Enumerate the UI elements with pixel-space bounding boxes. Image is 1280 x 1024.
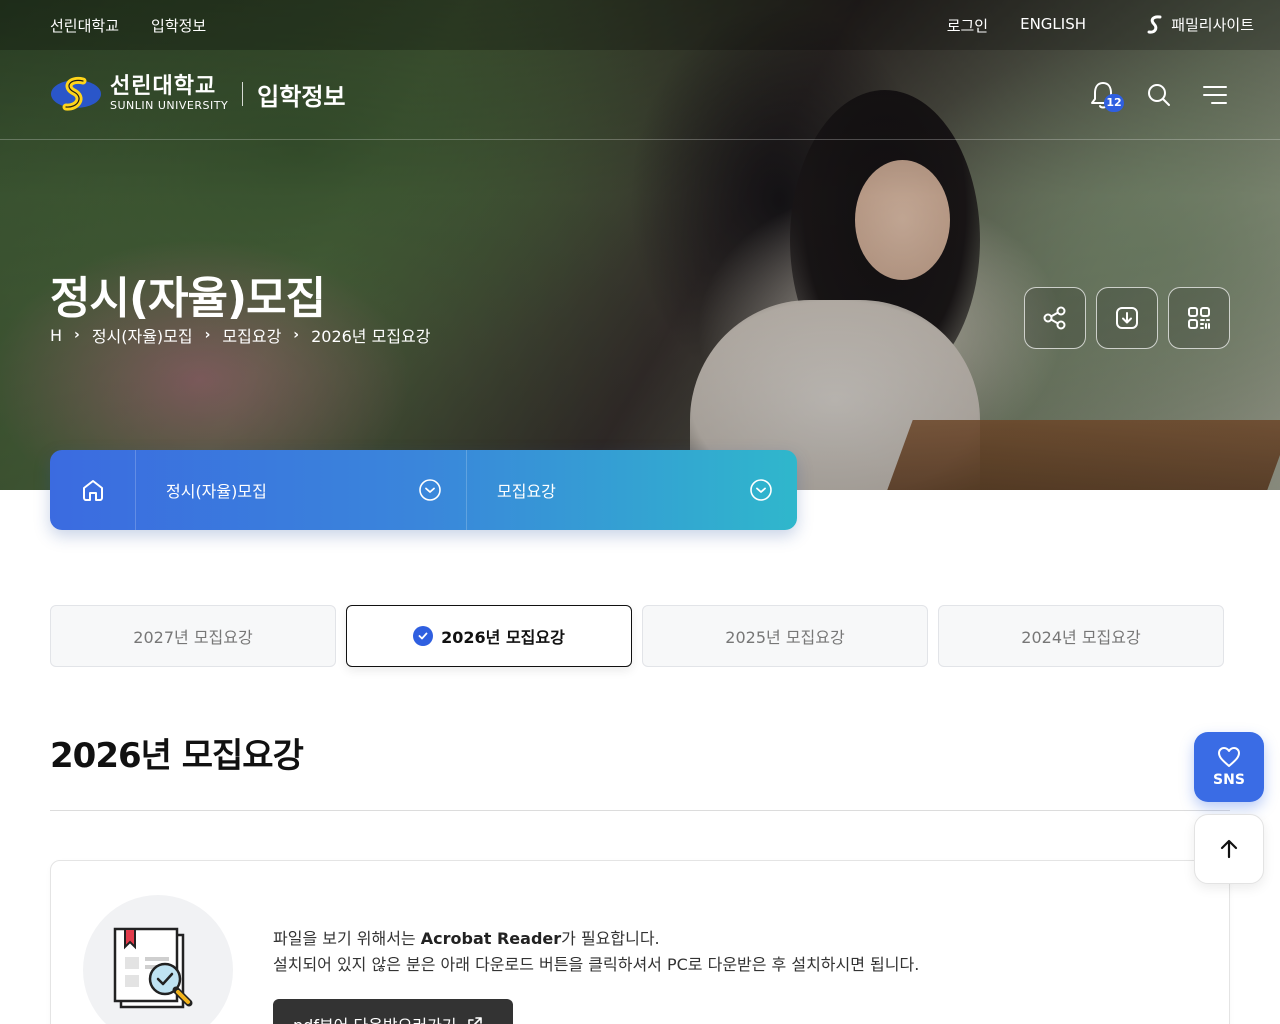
search-button[interactable] [1144,78,1174,112]
local-nav-depth2-label: 모집요강 [497,482,556,501]
share-button[interactable] [1024,287,1086,349]
local-navigation: 정시(자율)모집 모집요강 [50,450,797,530]
menu-button[interactable] [1200,78,1230,112]
acrobat-notice-card: 파일을 보기 위해서는 Acrobat Reader가 필요합니다. 설치되어 … [50,860,1230,1024]
notice-text: 가 필요합니다. [561,929,660,948]
logo-subtitle: 입학정보 [257,82,346,111]
site-logo[interactable]: 선린대학교 SUNLIN UNIVERSITY 입학정보 [50,74,346,114]
local-nav-depth1-dropdown[interactable]: 정시(자율)모집 [136,450,467,530]
section-divider [50,810,1230,811]
breadcrumb: H › 정시(자율)모집 › 모집요강 › 2026년 모집요강 [50,323,430,347]
tab-2027[interactable]: 2027년 모집요강 [50,605,336,667]
qr-code-button[interactable] [1168,287,1230,349]
family-site-button[interactable]: 패밀리사이트 [1147,14,1254,35]
section-title: 2026년 모집요강 [50,736,304,776]
local-nav-depth1-label: 정시(자율)모집 [166,482,267,501]
tab-2024[interactable]: 2024년 모집요강 [938,605,1224,667]
logo-english: SUNLIN UNIVERSITY [110,99,229,112]
external-link-icon [467,1017,482,1024]
tab-2026[interactable]: 2026년 모집요강 [346,605,632,667]
header-icons: 12 [1088,78,1230,112]
download-button[interactable] [1096,287,1158,349]
breadcrumb-item[interactable]: 정시(자율)모집 [92,323,193,347]
check-circle-icon [413,626,434,646]
tab-label: 2027년 모집요강 [133,628,253,647]
notice-bold-text: Acrobat Reader [420,929,562,948]
english-link[interactable]: ENGLISH [1020,15,1086,36]
top-utility-bar: 선린대학교 입학정보 로그인 ENGLISH 패밀리사이트 [0,0,1280,50]
document-search-icon [113,927,193,1009]
local-nav-depth2-dropdown[interactable]: 모집요강 [467,450,797,530]
breadcrumb-current: 2026년 모집요강 [311,327,431,346]
document-illustration [83,895,233,1024]
notice-line-2: 설치되어 있지 않은 분은 아래 다운로드 버튼을 클릭하셔서 PC로 다운받은… [273,955,920,974]
hamburger-menu-icon [1203,86,1227,104]
notice-text: 파일을 보기 위해서는 [273,929,421,948]
chevron-down-circle-icon [419,479,441,501]
family-site-icon [1147,14,1162,34]
search-icon [1148,84,1170,106]
year-tabs: 2027년 모집요강 2026년 모집요강 2025년 모집요강 2024년 모… [50,605,1224,667]
chevron-right-icon: › [293,327,300,343]
pdf-button-label: pdf뷰어 다운받으러가기 [293,1012,457,1024]
top-link-admission[interactable]: 입학정보 [151,15,206,36]
logo-korean: 선린대학교 [110,74,217,99]
tab-label: 2025년 모집요강 [725,628,845,647]
chevron-right-icon: › [204,327,211,343]
top-left-links: 선린대학교 입학정보 [50,15,206,36]
chevron-right-icon: › [74,327,80,343]
home-icon [82,480,103,501]
breadcrumb-item[interactable]: 모집요강 [222,323,281,347]
notice-line-1: 파일을 보기 위해서는 Acrobat Reader가 필요합니다. [273,925,660,949]
logo-divider [242,82,244,106]
tab-label: 2026년 모집요강 [441,628,565,647]
notification-badge: 12 [1104,94,1124,112]
tab-2025[interactable]: 2025년 모집요강 [642,605,928,667]
logo-text: 선린대학교 SUNLIN UNIVERSITY [110,75,228,113]
breadcrumb-home[interactable]: H [50,326,62,345]
local-nav-home[interactable] [50,450,136,530]
sns-button[interactable]: SNS [1194,732,1264,802]
share-icon [1043,306,1066,330]
main-header: 선린대학교 SUNLIN UNIVERSITY 입학정보 12 [0,50,1280,140]
top-right-links: 로그인 ENGLISH [947,15,1086,36]
sns-label: SNS [1213,772,1245,788]
tab-label: 2024년 모집요강 [1021,628,1141,647]
page-title: 정시(자율)모집 [50,273,326,324]
arrow-up-icon [1220,839,1238,859]
heart-icon [1218,747,1240,767]
chevron-down-circle-icon [750,479,772,501]
notification-button[interactable]: 12 [1088,78,1124,112]
family-site-label: 패밀리사이트 [1171,16,1254,34]
download-icon [1116,307,1138,329]
pdf-viewer-download-button[interactable]: pdf뷰어 다운받으러가기 [273,999,513,1024]
scroll-to-top-button[interactable] [1194,814,1264,884]
qr-code-icon [1188,307,1210,329]
top-link-university[interactable]: 선린대학교 [50,15,119,36]
page-tools [1024,287,1230,349]
university-logo-icon [50,74,106,114]
login-link[interactable]: 로그인 [947,15,988,36]
